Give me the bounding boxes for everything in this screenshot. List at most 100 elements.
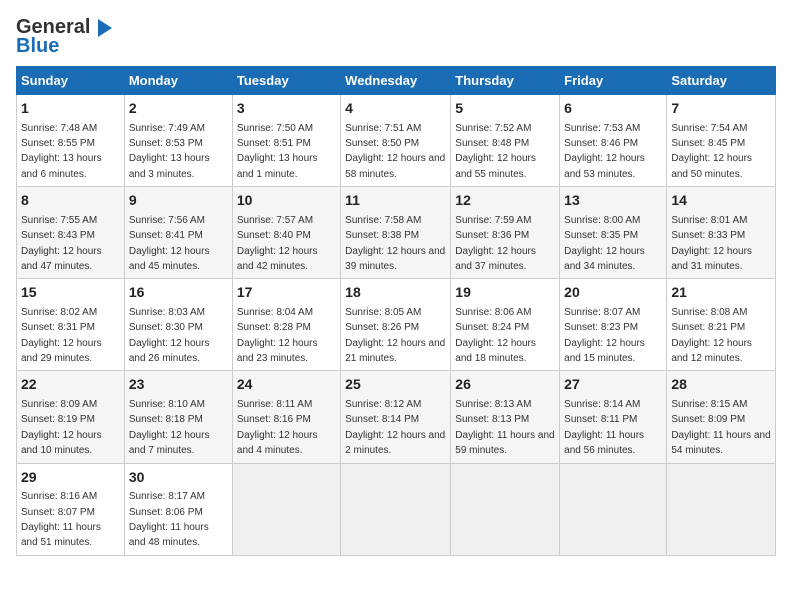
day-number: 20 [564, 283, 662, 303]
day-info: Sunrise: 7:53 AMSunset: 8:46 PMDaylight:… [564, 123, 645, 180]
day-info: Sunrise: 8:12 AMSunset: 8:14 PMDaylight:… [345, 399, 445, 456]
day-info: Sunrise: 8:06 AMSunset: 8:24 PMDaylight:… [455, 307, 536, 364]
calendar-day-cell: 7Sunrise: 7:54 AMSunset: 8:45 PMDaylight… [667, 95, 776, 187]
calendar-day-cell: 28 Sunrise: 8:15 AMSunset: 8:09 PMDayligh… [667, 371, 776, 463]
calendar-day-cell: 20 Sunrise: 8:07 AMSunset: 8:23 PMDayligh… [560, 279, 667, 371]
day-number: 9 [129, 191, 228, 211]
day-info: Sunrise: 8:15 AMSunset: 8:09 PMDaylight:… [671, 399, 770, 456]
day-number: 14 [671, 191, 771, 211]
calendar-day-cell [232, 463, 340, 555]
day-info: Sunrise: 8:10 AMSunset: 8:18 PMDaylight:… [129, 399, 210, 456]
calendar-week-row: 8 Sunrise: 7:55 AMSunset: 8:43 PMDaylight… [17, 187, 776, 279]
calendar-day-cell: 3 Sunrise: 7:50 AMSunset: 8:51 PMDaylight… [232, 95, 340, 187]
day-info: Sunrise: 8:03 AMSunset: 8:30 PMDaylight:… [129, 307, 210, 364]
day-info: Sunrise: 8:07 AMSunset: 8:23 PMDaylight:… [564, 307, 645, 364]
calendar-day-cell: 25 Sunrise: 8:12 AMSunset: 8:14 PMDayligh… [341, 371, 451, 463]
page-header: General Blue [16, 16, 776, 58]
day-number: 29 [21, 468, 120, 488]
column-header-wednesday: Wednesday [341, 67, 451, 95]
calendar-week-row: 22 Sunrise: 8:09 AMSunset: 8:19 PMDayligh… [17, 371, 776, 463]
calendar-day-cell: 17 Sunrise: 8:04 AMSunset: 8:28 PMDayligh… [232, 279, 340, 371]
calendar-day-cell: 16 Sunrise: 8:03 AMSunset: 8:30 PMDayligh… [124, 279, 232, 371]
calendar-day-cell: 29Sunrise: 8:16 AMSunset: 8:07 PMDayligh… [17, 463, 125, 555]
day-number: 11 [345, 191, 446, 211]
day-info: Sunrise: 7:58 AMSunset: 8:38 PMDaylight:… [345, 215, 445, 272]
day-number: 28 [671, 375, 771, 395]
day-info: Sunrise: 8:02 AMSunset: 8:31 PMDaylight:… [21, 307, 102, 364]
calendar-day-cell: 8 Sunrise: 7:55 AMSunset: 8:43 PMDaylight… [17, 187, 125, 279]
calendar-day-cell: 24Sunrise: 8:11 AMSunset: 8:16 PMDayligh… [232, 371, 340, 463]
day-number: 23 [129, 375, 228, 395]
day-info: Sunrise: 8:13 AMSunset: 8:13 PMDaylight:… [455, 399, 554, 456]
calendar-day-cell [451, 463, 560, 555]
day-info: Sunrise: 7:48 AMSunset: 8:55 PMDaylight:… [21, 123, 102, 180]
day-number: 18 [345, 283, 446, 303]
day-info: Sunrise: 7:49 AMSunset: 8:53 PMDaylight:… [129, 123, 210, 180]
day-number: 19 [455, 283, 555, 303]
calendar-day-cell: 30Sunrise: 8:17 AMSunset: 8:06 PMDayligh… [124, 463, 232, 555]
day-number: 17 [237, 283, 336, 303]
calendar-day-cell: 21 Sunrise: 8:08 AMSunset: 8:21 PMDayligh… [667, 279, 776, 371]
day-info: Sunrise: 7:51 AMSunset: 8:50 PMDaylight:… [345, 123, 445, 180]
calendar-day-cell: 12 Sunrise: 7:59 AMSunset: 8:36 PMDayligh… [451, 187, 560, 279]
day-number: 21 [671, 283, 771, 303]
calendar-day-cell: 18 Sunrise: 8:05 AMSunset: 8:26 PMDayligh… [341, 279, 451, 371]
day-info: Sunrise: 8:08 AMSunset: 8:21 PMDaylight:… [671, 307, 752, 364]
logo-blue-text: Blue [16, 35, 59, 58]
calendar-day-cell [560, 463, 667, 555]
calendar-day-cell: 23 Sunrise: 8:10 AMSunset: 8:18 PMDayligh… [124, 371, 232, 463]
day-number: 16 [129, 283, 228, 303]
day-number: 8 [21, 191, 120, 211]
day-info: Sunrise: 7:57 AMSunset: 8:40 PMDaylight:… [237, 215, 318, 272]
day-number: 10 [237, 191, 336, 211]
day-number: 24 [237, 375, 336, 395]
calendar-day-cell [667, 463, 776, 555]
calendar-day-cell: 19 Sunrise: 8:06 AMSunset: 8:24 PMDayligh… [451, 279, 560, 371]
calendar-day-cell: 10 Sunrise: 7:57 AMSunset: 8:40 PMDayligh… [232, 187, 340, 279]
calendar-week-row: 1Sunrise: 7:48 AMSunset: 8:55 PMDaylight… [17, 95, 776, 187]
day-number: 4 [345, 99, 446, 119]
day-info: Sunrise: 8:14 AMSunset: 8:11 PMDaylight:… [564, 399, 644, 456]
day-number: 2 [129, 99, 228, 119]
calendar-day-cell: 27 Sunrise: 8:14 AMSunset: 8:11 PMDayligh… [560, 371, 667, 463]
day-number: 12 [455, 191, 555, 211]
day-info: Sunrise: 8:04 AMSunset: 8:28 PMDaylight:… [237, 307, 318, 364]
calendar-day-cell: 1Sunrise: 7:48 AMSunset: 8:55 PMDaylight… [17, 95, 125, 187]
day-info: Sunrise: 7:50 AMSunset: 8:51 PMDaylight:… [237, 123, 318, 180]
day-info: Sunrise: 7:55 AMSunset: 8:43 PMDaylight:… [21, 215, 102, 272]
day-info: Sunrise: 7:59 AMSunset: 8:36 PMDaylight:… [455, 215, 536, 272]
column-header-tuesday: Tuesday [232, 67, 340, 95]
calendar-day-cell: 13 Sunrise: 8:00 AMSunset: 8:35 PMDayligh… [560, 187, 667, 279]
calendar-day-cell: 6 Sunrise: 7:53 AMSunset: 8:46 PMDaylight… [560, 95, 667, 187]
calendar-day-cell: 5Sunrise: 7:52 AMSunset: 8:48 PMDaylight… [451, 95, 560, 187]
column-header-friday: Friday [560, 67, 667, 95]
day-info: Sunrise: 8:09 AMSunset: 8:19 PMDaylight:… [21, 399, 102, 456]
calendar-day-cell [341, 463, 451, 555]
calendar-day-cell: 14 Sunrise: 8:01 AMSunset: 8:33 PMDayligh… [667, 187, 776, 279]
day-info: Sunrise: 8:05 AMSunset: 8:26 PMDaylight:… [345, 307, 445, 364]
column-header-saturday: Saturday [667, 67, 776, 95]
day-number: 27 [564, 375, 662, 395]
calendar-day-cell: 22 Sunrise: 8:09 AMSunset: 8:19 PMDayligh… [17, 371, 125, 463]
day-number: 6 [564, 99, 662, 119]
calendar-table: SundayMondayTuesdayWednesdayThursdayFrid… [16, 66, 776, 556]
logo-icon [92, 17, 114, 39]
calendar-day-cell: 15Sunrise: 8:02 AMSunset: 8:31 PMDayligh… [17, 279, 125, 371]
day-number: 25 [345, 375, 446, 395]
day-number: 26 [455, 375, 555, 395]
day-info: Sunrise: 8:00 AMSunset: 8:35 PMDaylight:… [564, 215, 645, 272]
calendar-day-cell: 4 Sunrise: 7:51 AMSunset: 8:50 PMDaylight… [341, 95, 451, 187]
day-info: Sunrise: 8:01 AMSunset: 8:33 PMDaylight:… [671, 215, 752, 272]
day-number: 22 [21, 375, 120, 395]
column-header-sunday: Sunday [17, 67, 125, 95]
calendar-week-row: 15Sunrise: 8:02 AMSunset: 8:31 PMDayligh… [17, 279, 776, 371]
day-number: 13 [564, 191, 662, 211]
column-header-thursday: Thursday [451, 67, 560, 95]
day-number: 3 [237, 99, 336, 119]
logo: General Blue [16, 16, 114, 58]
day-info: Sunrise: 7:54 AMSunset: 8:45 PMDaylight:… [671, 123, 752, 180]
day-info: Sunrise: 7:56 AMSunset: 8:41 PMDaylight:… [129, 215, 210, 272]
calendar-header-row: SundayMondayTuesdayWednesdayThursdayFrid… [17, 67, 776, 95]
calendar-day-cell: 11 Sunrise: 7:58 AMSunset: 8:38 PMDayligh… [341, 187, 451, 279]
calendar-week-row: 29Sunrise: 8:16 AMSunset: 8:07 PMDayligh… [17, 463, 776, 555]
